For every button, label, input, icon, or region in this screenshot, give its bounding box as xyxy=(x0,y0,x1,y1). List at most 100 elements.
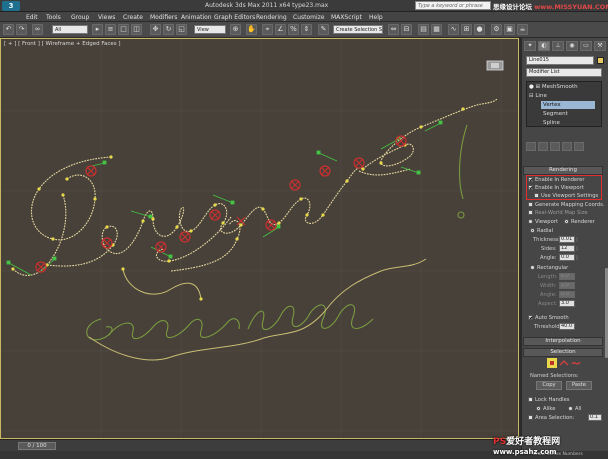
move-icon[interactable]: ✥ xyxy=(150,24,161,35)
utilities-tab-icon[interactable]: ⚒ xyxy=(594,41,606,51)
paste-button[interactable]: Paste xyxy=(566,381,592,390)
snap-icon[interactable]: ⌖ xyxy=(262,24,273,35)
angle2-spinner[interactable]: 0.0 xyxy=(559,291,575,298)
layer-manager-icon[interactable]: ▤ xyxy=(418,24,429,35)
selection-rollout-header[interactable]: Selection xyxy=(523,348,603,357)
pivot-icon[interactable]: ⊕ xyxy=(230,24,241,35)
menu-group[interactable]: Group xyxy=(71,14,89,21)
configure-sets-icon[interactable] xyxy=(574,142,584,151)
thickness-spinner-arrows[interactable] xyxy=(575,236,579,243)
hierarchy-tab-icon[interactable]: ⊥ xyxy=(552,41,564,51)
menu-views[interactable]: Views xyxy=(98,14,115,21)
stack-item-meshsmooth[interactable]: ● ⊞ MeshSmooth xyxy=(529,83,578,91)
viewport-label[interactable]: [ + ] [ Front ] [ Wireframe + Edged Face… xyxy=(4,41,121,47)
create-tab-icon[interactable]: ✦ xyxy=(524,41,536,51)
aspect-spinner[interactable]: 3.0 xyxy=(559,300,575,307)
stack-item-vertex[interactable]: Vertex xyxy=(541,101,595,109)
rectangular-radio[interactable]: Rectangular xyxy=(530,264,568,272)
angle-snap-icon[interactable]: ∠ xyxy=(275,24,286,35)
rotate-icon[interactable]: ↻ xyxy=(163,24,174,35)
stack-item-line[interactable]: ⊟ Line xyxy=(529,92,547,100)
sides-spinner-arrows[interactable] xyxy=(575,245,579,252)
motion-tab-icon[interactable]: ◉ xyxy=(566,41,578,51)
reference-coord-dropdown[interactable]: View xyxy=(194,25,226,34)
renderer-radio[interactable]: Renderer xyxy=(564,218,595,226)
viewcube-icon[interactable] xyxy=(485,58,505,72)
thickness-spinner[interactable]: 0.01 xyxy=(559,236,575,243)
render-icon[interactable]: ☕ xyxy=(517,24,528,35)
menu-animation[interactable]: Animation xyxy=(181,14,212,21)
render-setup-icon[interactable]: ⚙ xyxy=(491,24,502,35)
segment-mode-icon[interactable] xyxy=(559,358,569,368)
pin-stack-icon[interactable] xyxy=(526,142,536,151)
copy-button[interactable]: Copy xyxy=(536,381,562,390)
real-world-map-checkbox[interactable]: Real-World Map Size xyxy=(528,209,588,217)
mirror-icon[interactable]: ⇔ xyxy=(388,24,399,35)
spline-free-text[interactable] xyxy=(88,258,427,361)
lock-handles-checkbox[interactable]: Lock Handles xyxy=(528,396,569,404)
percent-snap-icon[interactable]: % xyxy=(288,24,299,35)
alike-radio[interactable]: Alike xyxy=(536,405,555,413)
sides-spinner[interactable]: 12 xyxy=(559,245,575,252)
undo-icon[interactable]: ↶ xyxy=(3,24,14,35)
area-selection-checkbox[interactable]: Area Selection: xyxy=(528,414,574,422)
app-logo[interactable]: 3 xyxy=(2,1,20,11)
named-selection-dropdown[interactable]: Create Selection Se xyxy=(333,25,383,34)
spline-come-text[interactable] xyxy=(86,124,468,341)
modifier-list-dropdown[interactable]: Modifier List xyxy=(526,68,602,77)
object-name-field[interactable]: Line015 xyxy=(526,56,594,65)
modify-tab-icon[interactable]: ◐ xyxy=(538,41,550,51)
edit-named-sel-icon[interactable]: ✎ xyxy=(318,24,329,35)
menu-help[interactable]: Help xyxy=(369,14,383,21)
show-end-result-icon[interactable] xyxy=(538,142,548,151)
select-manipulate-icon[interactable]: ✋ xyxy=(246,24,257,35)
schematic-view-icon[interactable]: ⊞ xyxy=(461,24,472,35)
select-by-name-icon[interactable]: ≡ xyxy=(105,24,116,35)
select-object-icon[interactable]: ▸ xyxy=(92,24,103,35)
remove-modifier-icon[interactable] xyxy=(562,142,572,151)
light-bulb-icon[interactable]: ● xyxy=(529,84,534,90)
link-icon[interactable]: ∞ xyxy=(32,24,43,35)
menu-create[interactable]: Create xyxy=(123,14,143,21)
menu-tools[interactable]: Tools xyxy=(46,14,61,21)
spline-mode-icon[interactable] xyxy=(571,358,581,368)
menu-customize[interactable]: Customize xyxy=(293,14,325,21)
angle-spinner[interactable]: 0.0 xyxy=(559,254,575,261)
menu-graph-editors[interactable]: Graph Editors xyxy=(214,14,255,21)
collapse-icon[interactable]: ⊟ xyxy=(529,93,534,99)
align-icon[interactable]: ⊟ xyxy=(401,24,412,35)
vertex-mode-icon[interactable] xyxy=(547,358,557,368)
spline-dreams-text[interactable] xyxy=(12,98,498,276)
material-editor-icon[interactable]: ● xyxy=(474,24,485,35)
spline-vertices[interactable] xyxy=(11,107,465,301)
generate-mapping-checkbox[interactable]: Generate Mapping Coords. xyxy=(528,201,604,209)
menu-maxscript[interactable]: MAXScript xyxy=(331,14,362,21)
interpolation-rollout-header[interactable]: Interpolation xyxy=(523,337,603,346)
time-slider[interactable]: 0 / 100 xyxy=(18,442,56,450)
render-frame-icon[interactable]: ▣ xyxy=(504,24,515,35)
curve-editor-icon[interactable]: ∿ xyxy=(448,24,459,35)
make-unique-icon[interactable] xyxy=(550,142,560,151)
viewport-radio[interactable]: Viewport xyxy=(528,218,558,226)
object-color-swatch[interactable] xyxy=(597,57,604,64)
rect-selection-icon[interactable]: □ xyxy=(118,24,129,35)
menu-modifiers[interactable]: Modifiers xyxy=(150,14,177,21)
selected-vertices[interactable] xyxy=(35,135,407,273)
help-search-input[interactable]: Type a keyword or phrase xyxy=(415,1,491,10)
stack-item-segment[interactable]: Segment xyxy=(543,110,568,118)
selection-filter-dropdown[interactable]: All xyxy=(52,25,88,34)
length-spinner[interactable]: 6.0 xyxy=(559,273,575,280)
radial-radio[interactable]: Radial xyxy=(530,227,553,235)
front-viewport[interactable]: [ + ] [ Front ] [ Wireframe + Edged Face… xyxy=(0,38,519,439)
rendering-rollout-header[interactable]: Rendering xyxy=(523,166,603,175)
window-crossing-icon[interactable]: ◫ xyxy=(131,24,142,35)
auto-smooth-checkbox[interactable]: Auto Smooth xyxy=(528,314,569,322)
menu-edit[interactable]: Edit xyxy=(26,14,38,21)
display-tab-icon[interactable]: ▭ xyxy=(580,41,592,51)
threshold-spinner[interactable]: 40.0 xyxy=(559,323,575,330)
spinner-snap-icon[interactable]: ⇕ xyxy=(301,24,312,35)
menu-rendering[interactable]: Rendering xyxy=(256,14,287,21)
viewport-canvas[interactable] xyxy=(1,39,519,439)
scale-icon[interactable]: ◱ xyxy=(176,24,187,35)
angle-spinner-arrows[interactable] xyxy=(575,254,579,261)
